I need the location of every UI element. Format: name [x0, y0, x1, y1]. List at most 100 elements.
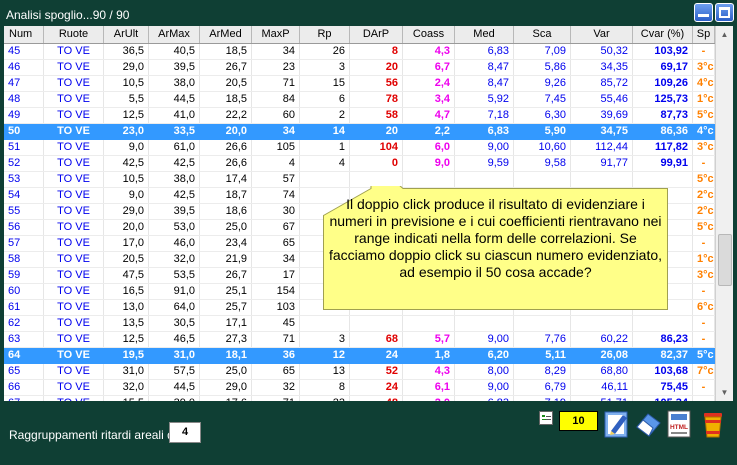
column-header-armax[interactable]: ArMax: [149, 26, 200, 43]
cell-darp: 0: [350, 156, 403, 171]
column-header-var[interactable]: Var: [571, 26, 633, 43]
table-row[interactable]: 50 TO VE 23,0 33,5 20,0 34 14 20 2,2 6,83 5,90 34,7…: [4, 124, 715, 140]
cell-maxp: 32: [252, 380, 300, 395]
column-header-arult[interactable]: ArUlt: [104, 26, 149, 43]
cell-med: 6,20: [455, 348, 514, 363]
eraser-icon[interactable]: [634, 409, 662, 439]
checklist-icon[interactable]: [539, 411, 553, 425]
cell-rp: 3: [300, 332, 350, 347]
cell-darp: [350, 172, 403, 187]
cell-arult: 16,5: [104, 284, 149, 299]
table-row[interactable]: 62 TO VE 13,5 30,5 17,1 45 -: [4, 316, 715, 332]
cell-armed: 26,7: [200, 60, 252, 75]
minimize-button[interactable]: [694, 3, 713, 22]
scroll-down-icon[interactable]: ▼: [716, 384, 733, 401]
trash-bin-icon[interactable]: [699, 409, 727, 439]
cell-num: 49: [4, 108, 44, 123]
cell-maxp: 34: [252, 124, 300, 139]
cell-arult: 36,5: [104, 44, 149, 59]
cell-rp: 23: [300, 396, 350, 401]
table-row[interactable]: 52 TO VE 42,5 42,5 26,6 4 4 0 9,0 9,59 9,58 91,77 99…: [4, 156, 715, 172]
cell-armax: 46,0: [149, 236, 200, 251]
scroll-thumb[interactable]: [718, 234, 732, 286]
cell-var: 68,80: [571, 364, 633, 379]
table-row[interactable]: 65 TO VE 31,0 57,5 25,0 65 13 52 4,3 8,00 8,29 68,8…: [4, 364, 715, 380]
maximize-button[interactable]: [715, 3, 734, 22]
grid-header: Num Ruote ArUlt ArMax ArMed MaxP Rp DArP Coass Me…: [4, 26, 715, 44]
edit-note-icon[interactable]: [603, 409, 631, 439]
cell-cvar: 117,82: [633, 140, 693, 155]
column-header-cvar[interactable]: Cvar (%): [633, 26, 693, 43]
cell-armed: 18,7: [200, 188, 252, 203]
cell-armed: 23,4: [200, 236, 252, 251]
cell-arult: 5,5: [104, 92, 149, 107]
cell-ruote: TO VE: [44, 332, 104, 347]
cell-sp: 1°c: [693, 92, 715, 107]
cell-num: 66: [4, 380, 44, 395]
vertical-scrollbar[interactable]: ▲ ▼: [715, 26, 733, 401]
table-row[interactable]: 47 TO VE 10,5 38,0 20,5 71 15 56 2,4 8,47 9,26 85,7…: [4, 76, 715, 92]
counter-box[interactable]: 10: [559, 411, 598, 431]
cell-rp: 1: [300, 140, 350, 155]
cell-arult: 13,0: [104, 300, 149, 315]
cell-num: 54: [4, 188, 44, 203]
table-row[interactable]: 45 TO VE 36,5 40,5 18,5 34 26 8 4,3 6,83 7,09 50,32…: [4, 44, 715, 60]
table-row[interactable]: 67TO VE15,539,017,67123482,06,837,1951,7…: [4, 396, 715, 401]
cell-med: [455, 316, 514, 331]
cell-maxp: 67: [252, 220, 300, 235]
cell-armed: 25,1: [200, 284, 252, 299]
cell-arult: 17,0: [104, 236, 149, 251]
table-row[interactable]: 48 TO VE 5,5 44,5 18,5 84 6 78 3,4 5,92 7,45 55,46 1…: [4, 92, 715, 108]
cell-armax: 41,0: [149, 108, 200, 123]
cell-armed: 25,0: [200, 220, 252, 235]
cell-arult: 12,5: [104, 332, 149, 347]
cell-armed: 26,7: [200, 268, 252, 283]
html-export-icon[interactable]: HTML: [665, 409, 693, 439]
cell-ruote: TO VE: [44, 236, 104, 251]
column-header-med[interactable]: Med: [455, 26, 514, 43]
cell-sp: -: [693, 396, 715, 401]
column-header-armed[interactable]: ArMed: [200, 26, 252, 43]
column-header-maxp[interactable]: MaxP: [252, 26, 300, 43]
cell-var: 112,44: [571, 140, 633, 155]
cell-armax: 38,0: [149, 76, 200, 91]
table-row[interactable]: 46 TO VE 29,0 39,5 26,7 23 3 20 6,7 8,47 5,86 34,35…: [4, 60, 715, 76]
column-header-rp[interactable]: Rp: [300, 26, 350, 43]
cell-darp: 20: [350, 124, 403, 139]
table-row[interactable]: 64 TO VE 19,5 31,0 18,1 36 12 24 1,8 6,20 5,11 26,0…: [4, 348, 715, 364]
cell-ruote: TO VE: [44, 396, 104, 401]
scroll-up-icon[interactable]: ▲: [716, 26, 733, 43]
cell-num: 53: [4, 172, 44, 187]
cell-sp: 2°c: [693, 188, 715, 203]
ritardi-input[interactable]: 4: [169, 422, 201, 443]
cell-var: 39,69: [571, 108, 633, 123]
cell-maxp: 17: [252, 268, 300, 283]
cell-sca: 5,11: [514, 348, 571, 363]
table-row[interactable]: 66 TO VE 32,0 44,5 29,0 32 8 24 6,1 9,00 6,79 46,11…: [4, 380, 715, 396]
column-header-sp[interactable]: Sp: [693, 26, 715, 43]
cell-ruote: TO VE: [44, 284, 104, 299]
column-header-coass[interactable]: Coass: [403, 26, 455, 43]
cell-armax: 30,5: [149, 316, 200, 331]
column-header-sca[interactable]: Sca: [514, 26, 571, 43]
column-header-darp[interactable]: DArP: [350, 26, 403, 43]
cell-darp: 56: [350, 76, 403, 91]
table-row[interactable]: 63 TO VE 12,5 46,5 27,3 71 3 68 5,7 9,00 7,76 60,22…: [4, 332, 715, 348]
cell-sca: 6,79: [514, 380, 571, 395]
cell-med: 9,00: [455, 332, 514, 347]
table-row[interactable]: 51 TO VE 9,0 61,0 26,6 105 1 104 6,0 9,00 10,60 112…: [4, 140, 715, 156]
column-header-num[interactable]: Num: [4, 26, 44, 43]
cell-armax: 42,5: [149, 156, 200, 171]
title-bar: Analisi spoglio...90 / 90: [0, 0, 737, 26]
cell-med: 7,18: [455, 108, 514, 123]
cell-num: 60: [4, 284, 44, 299]
cell-armax: 61,0: [149, 140, 200, 155]
table-row[interactable]: 49 TO VE 12,5 41,0 22,2 60 2 58 4,7 7,18 6,30 39,69…: [4, 108, 715, 124]
cell-sca: 7,45: [514, 92, 571, 107]
cell-num: 51: [4, 140, 44, 155]
window-title: Analisi spoglio...90 / 90: [6, 8, 130, 22]
cell-sca: 8,29: [514, 364, 571, 379]
cell-armed: 18,1: [200, 348, 252, 363]
cell-cvar: 82,37: [633, 348, 693, 363]
column-header-ruote[interactable]: Ruote: [44, 26, 104, 43]
